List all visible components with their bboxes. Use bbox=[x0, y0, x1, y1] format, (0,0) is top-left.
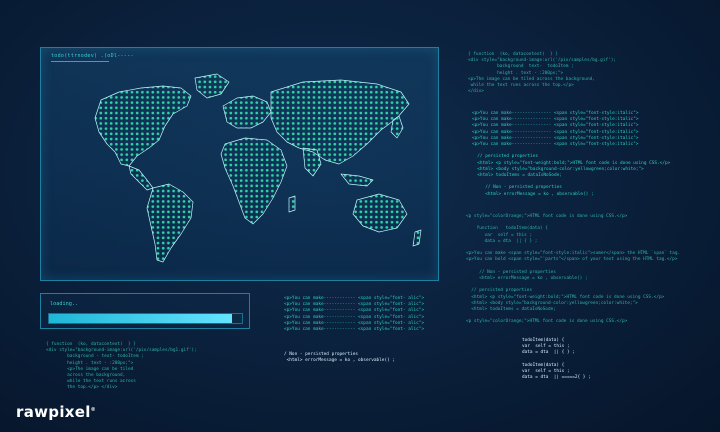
asia-shape bbox=[270, 79, 410, 165]
europe-shape bbox=[222, 95, 272, 129]
greenland-shape bbox=[194, 73, 230, 99]
australia-shape bbox=[352, 193, 408, 233]
africa-shape bbox=[220, 137, 288, 225]
code-line: <p>You can make------------ <span style=… bbox=[284, 308, 425, 314]
code-line: <html> errorMessage = ko , observable() … bbox=[472, 191, 594, 197]
code-line: <html> <p style="font-weight:bold;">HTML… bbox=[466, 294, 665, 300]
world-map-icon bbox=[94, 73, 422, 263]
loading-progress-bar bbox=[48, 313, 243, 324]
code-line: the top.</p> </div> bbox=[46, 385, 118, 391]
code-block-bottom-left: { function (ko, datacontext) } } <div sty… bbox=[46, 342, 197, 392]
code-block-bottom-center: <p>You can make------------ <span style=… bbox=[284, 296, 424, 333]
code-block-top-right: { function (ko, datacontext) } } <div sty… bbox=[468, 52, 616, 95]
code-line: <html> <p style="font-weight:bold;">HTML… bbox=[472, 160, 671, 166]
madagascar-shape bbox=[288, 195, 296, 213]
loading-label: loading.. bbox=[50, 301, 79, 307]
loading-panel: loading.. bbox=[40, 293, 250, 329]
new-zealand-shape bbox=[412, 229, 422, 247]
code-line: </div> bbox=[468, 89, 484, 95]
code-line: <p>You can make------------ <span style=… bbox=[284, 327, 425, 333]
loading-progress-fill bbox=[49, 314, 233, 323]
code-block-bottom-center-2: / Non - persisted properties <html> erro… bbox=[284, 352, 395, 364]
code-block-bottom-right: todoItem(data) {var self = this ; data = … bbox=[522, 338, 591, 381]
code-block-right-mid: <p>You can make--------------- <span sty… bbox=[472, 111, 670, 198]
code-line: <p>You can bold <span style="'parts"</sp… bbox=[466, 257, 678, 263]
code-line: <html> errorMessage = ko , observable() … bbox=[284, 358, 396, 364]
code-block-right-lower: <p style="colorOrange;">HTML font code i… bbox=[466, 214, 680, 326]
world-map-panel: todo(ttrnodev) .(oDl----- bbox=[40, 47, 439, 281]
code-line: <p>You can make------------ <span style=… bbox=[284, 314, 425, 320]
north-america-shape bbox=[94, 85, 192, 167]
indonesia-shape bbox=[340, 173, 374, 187]
code-line: <p style="colorOrange;">HTML font code i… bbox=[466, 319, 628, 325]
logo-text: rawpixel bbox=[16, 403, 91, 421]
code-line: data = dta || =====2{ } ; bbox=[522, 375, 591, 381]
south-america-shape bbox=[146, 183, 194, 263]
rawpixel-logo: rawpixel® bbox=[16, 403, 96, 421]
central-america-shape bbox=[128, 165, 154, 191]
